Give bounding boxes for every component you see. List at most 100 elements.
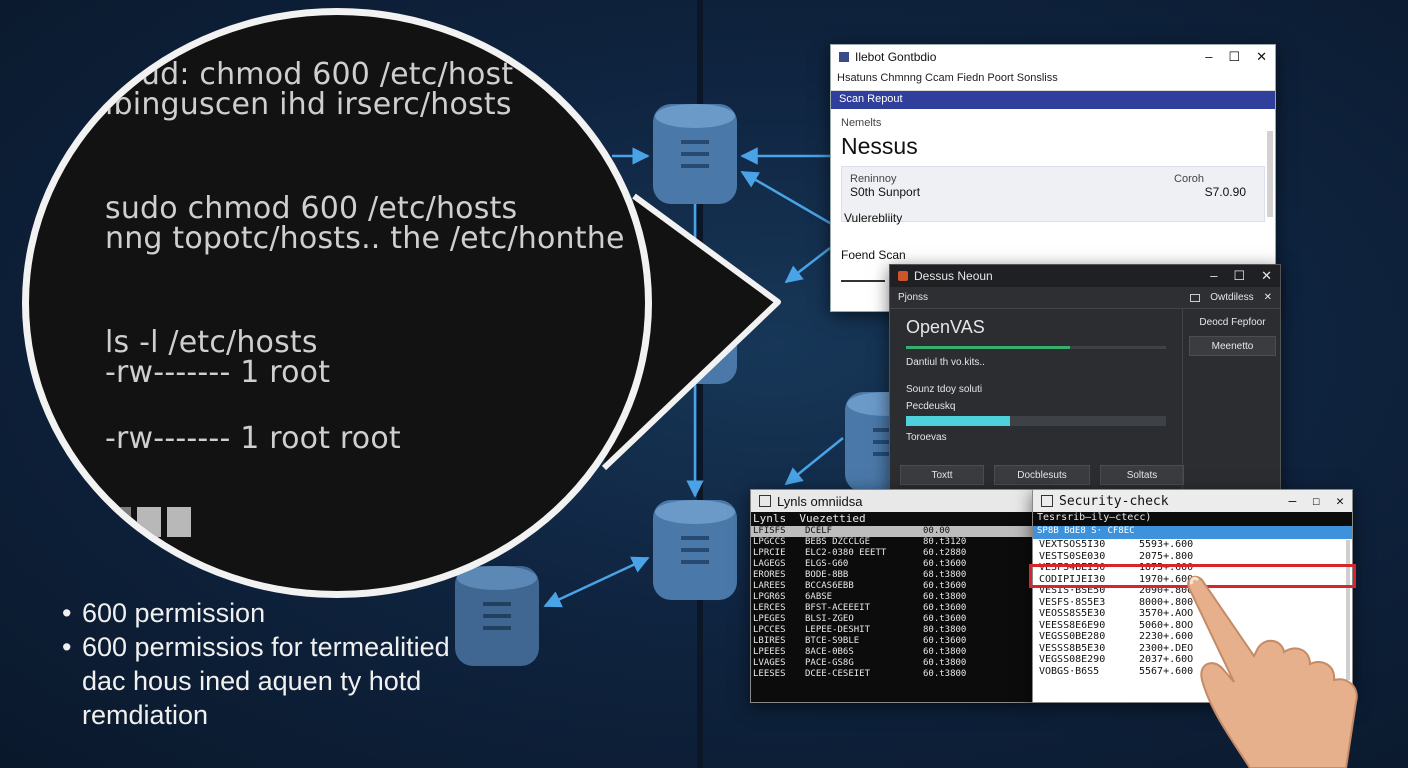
table-cell: LPGR6S xyxy=(753,592,786,602)
minimize-icon[interactable]: – xyxy=(1289,494,1297,509)
table-row: LBIRES BTCE-S9BLE 60.t3600 xyxy=(751,636,1033,647)
minimize-icon[interactable]: – xyxy=(1205,49,1212,65)
maximize-icon[interactable]: ☐ xyxy=(1233,268,1245,284)
vulnerability-label: Vulerebliity xyxy=(844,211,903,225)
table-cell: 60.t3800 xyxy=(923,592,967,602)
table-cell: VESSS8B5E30 xyxy=(1039,642,1106,654)
table-row: LPRCIE ELC2-0380 EEETT 60.t2880 xyxy=(751,548,1033,559)
close-icon[interactable]: ✕ xyxy=(1256,49,1267,65)
table-cell: DCEE-CESEIET xyxy=(805,669,871,679)
table-row: LPCCES LEPEE-DESHIT 80.t3800 xyxy=(751,625,1033,636)
menu-bar[interactable]: Hsatuns Chmnng Ccam Fiedn Poort Sonsliss xyxy=(831,69,1275,91)
maximize-icon[interactable]: ☐ xyxy=(1228,49,1240,65)
terminal-line: nng topotc/hosts.. the /etc/honthe xyxy=(105,221,625,256)
table-cell: 00.00 xyxy=(923,526,951,536)
window-title: Security-check xyxy=(1059,493,1169,509)
maximize-icon[interactable]: ☐ xyxy=(1312,494,1320,509)
openvas-window: Dessus Neoun – ☐ ✕ Pjonss Owtdiless ✕ Op… xyxy=(889,264,1281,496)
window-titlebar: Dessus Neoun – ☐ ✕ xyxy=(890,265,1280,287)
terminal-magnifier: :sud: chmod 600 /etc/host ibinguscen ihd… xyxy=(22,8,652,598)
openvas-button[interactable]: Soltats xyxy=(1100,465,1184,485)
table-cell: LBIRES xyxy=(753,636,786,646)
scrollbar[interactable] xyxy=(1267,131,1273,217)
table-cell: 60.t3800 xyxy=(923,647,967,657)
table-cell: 60.t3600 xyxy=(923,603,967,613)
window-subbar: Pjonss Owtdiless ✕ xyxy=(890,287,1280,309)
terminal-line: -rw------- 1 root root xyxy=(105,421,401,456)
table-cell: BLSI-ZGEO xyxy=(805,614,854,624)
table-cell: VESTS0SE030 xyxy=(1039,550,1106,562)
section-label: Nemelts xyxy=(841,117,882,129)
table-cell: LPCCES xyxy=(753,625,786,635)
side-panel-button[interactable]: Meenetto xyxy=(1189,336,1276,356)
app-icon xyxy=(839,52,849,62)
lynis-table: LFISFS DCELF 00.00 LPGCCS BEBS DZCCLGE 80.t31… xyxy=(751,526,1033,680)
table-cell: 80.t3800 xyxy=(923,625,967,635)
table-row: LERCES BFST-ACEEEIT 60.t3600 xyxy=(751,603,1033,614)
selected-scan-report-row[interactable]: Scan Repout xyxy=(831,91,1275,109)
table-cell: BTCE-S9BLE xyxy=(805,636,860,646)
table-row: LPGR6S 6ABSE 60.t3800 xyxy=(751,592,1033,603)
window-title: Lynls omniidsa xyxy=(777,493,863,509)
server-icon xyxy=(651,282,739,386)
status-text: Sounz tdoy soluti xyxy=(906,384,983,395)
table-cell: VOBGS·B6S5 xyxy=(1039,665,1100,677)
progress-label: Pecdeuskq xyxy=(906,401,956,412)
close-icon[interactable]: ✕ xyxy=(1336,494,1344,509)
table-row: LAGEGS ELGS-G60 60.t3600 xyxy=(751,559,1033,570)
table-cell: VEOSS8S5E30 xyxy=(1039,608,1106,619)
close-icon[interactable]: ✕ xyxy=(1264,292,1272,303)
terminal-line: ibinguscen ihd irserc/hosts xyxy=(105,87,512,122)
table-cell: 68.t3800 xyxy=(923,570,967,580)
table-cell: ERORES xyxy=(753,570,786,580)
table-cell: BCCAS6EBB xyxy=(805,581,854,591)
subbar-label: Owtdiless xyxy=(1210,292,1254,303)
table-cell: 60.t3800 xyxy=(923,658,967,668)
window-icon[interactable] xyxy=(1190,293,1201,302)
table-cell: LAGEGS xyxy=(753,559,786,569)
table-cell: VEESS8E6E90 xyxy=(1039,619,1106,631)
app-title: Nessus xyxy=(841,133,918,159)
table-cell: 60.t3800 xyxy=(923,669,967,679)
table-cell: BODE-8BB xyxy=(805,570,849,580)
progress-bar xyxy=(906,416,1166,426)
table-row[interactable]: VEXTSOS5I30 5593+.600 xyxy=(1033,539,1352,551)
terminal-line: -rw------- 1 root xyxy=(105,355,331,390)
table-cell: BFST-ACEEEIT xyxy=(805,603,871,613)
command-line: Tesrsrib–ily–ctecc) xyxy=(1033,512,1352,526)
table-cell: LVAGES xyxy=(753,658,786,668)
table-row: LPGCCS BEBS DZCCLGE 80.t3120 xyxy=(751,537,1033,548)
table-row: LVAGES PACE-GS8G 60.t3800 xyxy=(751,658,1033,669)
openvas-button[interactable]: Toxtt xyxy=(900,465,984,485)
window-titlebar: Lynls omniidsa xyxy=(751,490,1033,512)
close-icon[interactable]: ✕ xyxy=(1261,268,1272,284)
table-cell: 8ACE-0B6S xyxy=(805,647,854,657)
side-panel: Deocd Fepfoor Meenetto xyxy=(1182,309,1282,495)
table-row: LAREES BCCAS6EBB 60.t3600 xyxy=(751,581,1033,592)
table-cell: LPRCIE xyxy=(753,548,786,558)
subbar-label: Pjonss xyxy=(898,292,929,303)
side-panel-title: Deocd Fepfoor xyxy=(1199,317,1266,328)
table-cell: LAREES xyxy=(753,581,786,591)
bullet-item: • 600 permissios for termealitied xyxy=(62,632,450,662)
window-title: Ilebot Gontbdio xyxy=(855,50,937,64)
table-cell: ELGS-G60 xyxy=(805,559,849,569)
table-cell: 60.t3600 xyxy=(923,559,967,569)
progress-bar-top xyxy=(906,346,1166,349)
table-cell: LPEEES xyxy=(753,647,786,657)
table-cell: BEBS DZCCLGE xyxy=(805,537,871,547)
lynis-window: Lynls omniidsa Lynls Vuezettied LFISFS DC… xyxy=(750,489,1034,703)
openvas-button[interactable]: Docblesuts xyxy=(994,465,1090,485)
footer-label: Toroevas xyxy=(906,432,947,443)
app-icon xyxy=(759,495,771,507)
bullet-item: • 600 permission xyxy=(62,598,266,628)
bullet-item: dac hous ined aquen ty hotd xyxy=(82,666,422,696)
minimize-icon[interactable]: – xyxy=(1210,268,1217,284)
app-title: OpenVAS xyxy=(906,317,985,337)
table-row: LPEEES 8ACE-0B6S 60.t3800 xyxy=(751,647,1033,658)
table-cell: 5593+.600 xyxy=(1139,539,1194,550)
bullet-item: remdiation xyxy=(82,700,209,730)
found-scan-label: Foend Scan xyxy=(841,248,906,262)
table-cell: VESFS·8S5E3 xyxy=(1039,596,1106,608)
server-icon xyxy=(651,498,739,602)
